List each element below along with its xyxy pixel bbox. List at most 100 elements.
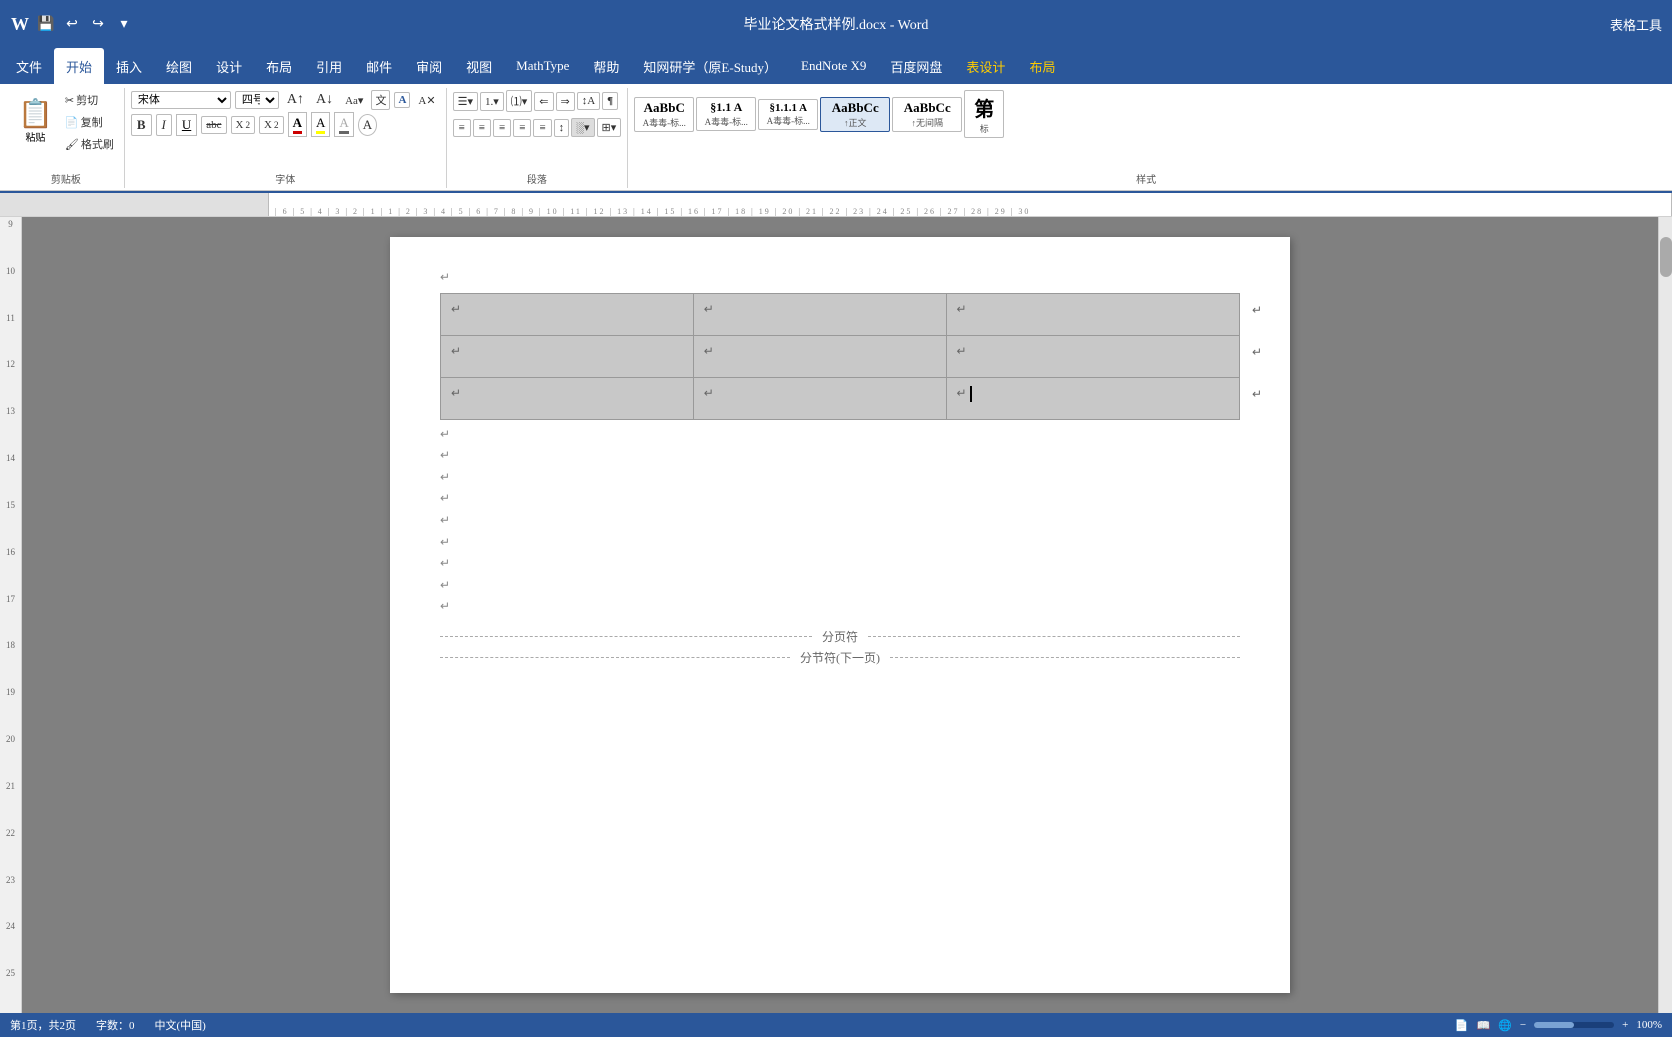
tab-zhiwang[interactable]: 知网研学（原E-Study） — [631, 48, 789, 84]
ruler-ticks: | 6 | 5 | 4 | 3 | 2 | 1 | 1 | 2 | 3 | 4 … — [269, 193, 1671, 216]
table-cell-1-1[interactable] — [441, 293, 694, 335]
bullet-list-button[interactable]: ☰▾ — [453, 92, 478, 111]
para-mark-7: ↵ — [440, 553, 1240, 575]
clipboard-small-buttons: ✂ 剪切 📄 复制 🖌 格式刷 — [61, 90, 118, 154]
font-color-button[interactable]: A — [288, 112, 307, 137]
clear-format-button[interactable]: A✕ — [414, 92, 439, 109]
title-bar: W 💾 ↩ ↪ ▾ 毕业论文格式样例.docx - Word 表格工具 — [0, 0, 1672, 48]
ruler-num-12: 12 — [6, 357, 15, 404]
decrease-indent-button[interactable]: ⇐ — [534, 92, 553, 111]
zoom-in-button[interactable]: + — [1622, 1019, 1628, 1031]
table-cell-2-2[interactable] — [693, 335, 946, 377]
word-table[interactable] — [440, 293, 1240, 420]
sort-button[interactable]: ↕A — [577, 92, 600, 110]
status-bar: 第1页，共2页 字数：0 中文(中国) 📄 📖 🌐 − + 100% — [0, 1013, 1672, 1037]
highlight-color-button[interactable]: A — [311, 112, 330, 137]
align-center-button[interactable]: ≡ — [473, 119, 491, 137]
strikethrough-button[interactable]: abc — [201, 116, 226, 134]
show-formatting-button[interactable]: ¶ — [602, 92, 618, 110]
document-page[interactable]: ↵ — [390, 237, 1290, 993]
style-card-heading-big[interactable]: 第 标 — [964, 90, 1004, 138]
table-cell-2-3[interactable] — [946, 335, 1239, 377]
numbered-list-button[interactable]: 1.▾ — [480, 92, 504, 111]
increase-indent-button[interactable]: ⇒ — [556, 92, 575, 111]
borders-button[interactable]: ⊞▾ — [597, 118, 622, 137]
tab-baidu[interactable]: 百度网盘 — [878, 48, 954, 84]
tab-file[interactable]: 文件 — [4, 48, 54, 84]
save-icon[interactable]: 💾 — [36, 14, 56, 34]
tab-tablelayout[interactable]: 布局 — [1017, 48, 1067, 84]
align-right-button[interactable]: ≡ — [493, 119, 511, 137]
para-mark-9: ↵ — [440, 596, 1240, 618]
table-cell-3-3[interactable] — [946, 377, 1239, 419]
text-shade-button[interactable]: A — [334, 112, 353, 137]
phonetic-guide-button[interactable]: 文 — [371, 90, 390, 110]
circle-button[interactable]: A — [358, 114, 377, 136]
tab-mathtype[interactable]: MathType — [504, 48, 581, 84]
tab-insert[interactable]: 插入 — [104, 48, 154, 84]
style-card-heading1[interactable]: §1.1 A A毒毒-标... — [696, 97, 756, 131]
view-read-icon[interactable]: 📖 — [1476, 1019, 1490, 1032]
font-name-select[interactable]: 宋体 — [131, 91, 231, 109]
subscript-button[interactable]: X2 — [231, 116, 256, 134]
increase-font-size-button[interactable]: A↑ — [283, 90, 308, 110]
tab-design[interactable]: 设计 — [204, 48, 254, 84]
bold-button[interactable]: B — [131, 114, 152, 136]
ruler-num-22: 22 — [6, 826, 15, 873]
document-area[interactable]: ↵ — [22, 217, 1658, 1013]
italic-button[interactable]: I — [156, 114, 172, 136]
customize-icon[interactable]: ▾ — [114, 14, 134, 34]
zoom-level: 100% — [1636, 1019, 1662, 1031]
tab-mailings[interactable]: 邮件 — [354, 48, 404, 84]
tab-home[interactable]: 开始 — [54, 48, 104, 84]
table-cell-3-1[interactable] — [441, 377, 694, 419]
table-right-marker-3: ↵ — [1252, 387, 1262, 402]
table-cell-2-1[interactable] — [441, 335, 694, 377]
text-effects-button[interactable]: A — [394, 92, 410, 108]
tab-endnote[interactable]: EndNote X9 — [789, 48, 878, 84]
multilevel-list-button[interactable]: ⑴▾ — [506, 90, 533, 112]
table-cell-1-2[interactable] — [693, 293, 946, 335]
style-card-heading11[interactable]: §1.1.1 A A毒毒-标... — [758, 99, 818, 130]
copy-button[interactable]: 📄 复制 — [61, 112, 118, 132]
paste-button[interactable]: 📋 粘贴 — [14, 99, 57, 146]
tab-help[interactable]: 帮助 — [581, 48, 631, 84]
underline-button[interactable]: U — [176, 114, 197, 136]
distributed-button[interactable]: ≡ — [533, 119, 551, 137]
tab-review[interactable]: 审阅 — [404, 48, 454, 84]
undo-icon[interactable]: ↩ — [62, 14, 82, 34]
style-card-normal[interactable]: AaBbC A毒毒-标... — [634, 97, 694, 132]
paragraph-above-table[interactable]: ↵ — [440, 267, 1240, 289]
para-mark-8: ↵ — [440, 575, 1240, 597]
format-painter-button[interactable]: 🖌 格式刷 — [61, 134, 118, 154]
align-left-button[interactable]: ≡ — [453, 119, 471, 137]
change-case-button[interactable]: Aa▾ — [341, 92, 367, 109]
table-cell-3-2[interactable] — [693, 377, 946, 419]
decrease-font-size-button[interactable]: A↓ — [312, 90, 337, 110]
style-card-body[interactable]: AaBbCc ↑正文 — [820, 97, 890, 132]
tab-layout[interactable]: 布局 — [254, 48, 304, 84]
zoom-out-button[interactable]: − — [1520, 1019, 1526, 1031]
right-scrollbar[interactable] — [1658, 217, 1672, 1013]
view-web-icon[interactable]: 🌐 — [1498, 1019, 1512, 1032]
superscript-button[interactable]: X2 — [259, 116, 284, 134]
justify-button[interactable]: ≡ — [513, 119, 531, 137]
ruler-num-25: 25 — [6, 966, 15, 1013]
tab-references[interactable]: 引用 — [304, 48, 354, 84]
paragraph-group: ☰▾ 1.▾ ⑴▾ ⇐ ⇒ ↕A ¶ ≡ ≡ ≡ ≡ ≡ ↕ ░▾ ⊞▾ — [447, 88, 629, 188]
style-card-nospacing[interactable]: AaBbCc ↑无间隔 — [892, 97, 962, 132]
tab-view[interactable]: 视图 — [454, 48, 504, 84]
zoom-slider[interactable] — [1534, 1022, 1614, 1028]
tab-tabledesign[interactable]: 表设计 — [954, 48, 1017, 84]
view-print-icon[interactable]: 📄 — [1455, 1019, 1469, 1032]
line-spacing-button[interactable]: ↕ — [554, 119, 570, 137]
para-mark-3: ↵ — [440, 467, 1240, 489]
table-cell-1-3[interactable] — [946, 293, 1239, 335]
font-size-select[interactable]: 四号 — [235, 91, 279, 109]
cut-button[interactable]: ✂ 剪切 — [61, 90, 118, 110]
para-mark-top: ↵ — [440, 267, 1240, 289]
cut-icon: ✂ — [65, 94, 74, 107]
shading-button[interactable]: ░▾ — [571, 118, 594, 137]
tab-draw[interactable]: 绘图 — [154, 48, 204, 84]
redo-icon[interactable]: ↪ — [88, 14, 108, 34]
